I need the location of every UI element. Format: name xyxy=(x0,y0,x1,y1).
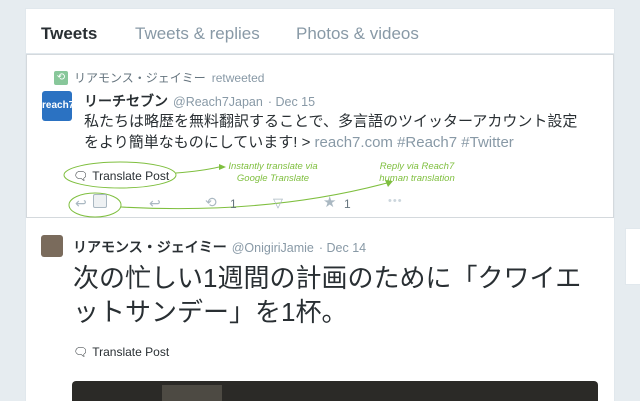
avatar[interactable] xyxy=(41,235,63,257)
tweet[interactable]: リアモンス・ジェイミー @OnigiriJamie · Dec 14 次の忙しい… xyxy=(26,219,614,401)
star-icon[interactable]: ★ xyxy=(323,193,336,211)
retweet-count: 1 xyxy=(230,197,237,211)
annotation-google-translate: Instantly translate via Google Translate xyxy=(219,161,327,185)
tab-photos-videos[interactable]: Photos & videos xyxy=(296,24,419,44)
translate-post-button[interactable]: 🗨 Translate Post xyxy=(73,345,169,359)
annotation-line: Google Translate xyxy=(236,173,310,184)
pocket-icon[interactable]: ▽ xyxy=(273,195,283,211)
tweet-date[interactable]: · Dec 14 xyxy=(319,241,366,255)
favorite-count: 1 xyxy=(344,197,351,211)
annotation-overlay xyxy=(63,161,393,218)
annotation-line: human translation xyxy=(379,173,455,184)
annotation-human-translation: Reply via Reach7 human translation xyxy=(367,161,467,185)
annotation-line: Reply via Reach7 xyxy=(379,161,455,172)
more-icon[interactable]: ••• xyxy=(388,195,403,207)
retweet-icon[interactable]: ⟲ xyxy=(205,194,217,211)
side-panel-edge xyxy=(625,228,640,285)
speech-bubble-icon: 🗨 xyxy=(73,169,89,183)
tweet-retweeted[interactable]: ⟲ リアモンス・ジェイミー retweeted reach7 リーチセブン @R… xyxy=(26,54,614,218)
display-name[interactable]: リアモンス・ジェイミー xyxy=(73,237,227,257)
tab-tweets[interactable]: Tweets xyxy=(41,24,97,44)
tweet-photo[interactable] xyxy=(72,381,598,401)
tweet-header: リアモンス・ジェイミー @OnigiriJamie · Dec 14 xyxy=(73,237,366,257)
profile-timeline: Tweets Tweets & replies Photos & videos … xyxy=(25,8,615,401)
reply-icon[interactable]: ↩ xyxy=(75,195,87,212)
reply-icon[interactable]: ↩ xyxy=(149,195,161,212)
tab-tweets-replies[interactable]: Tweets & replies xyxy=(135,24,260,44)
translate-post-button[interactable]: 🗨 Translate Post xyxy=(73,169,169,183)
user-handle[interactable]: @OnigiriJamie xyxy=(232,241,314,255)
timeline-tabs: Tweets Tweets & replies Photos & videos xyxy=(26,9,614,54)
tweet-text: 次の忙しい1週間の計画のために「クワイエットサンデー」を1杯。 xyxy=(73,263,582,327)
reach7-reply-icon[interactable] xyxy=(93,194,107,208)
speech-bubble-icon: 🗨 xyxy=(73,345,89,359)
translate-post-label: Translate Post xyxy=(92,345,170,359)
annotation-line: Instantly translate via xyxy=(228,161,318,172)
translate-post-label: Translate Post xyxy=(92,169,170,183)
